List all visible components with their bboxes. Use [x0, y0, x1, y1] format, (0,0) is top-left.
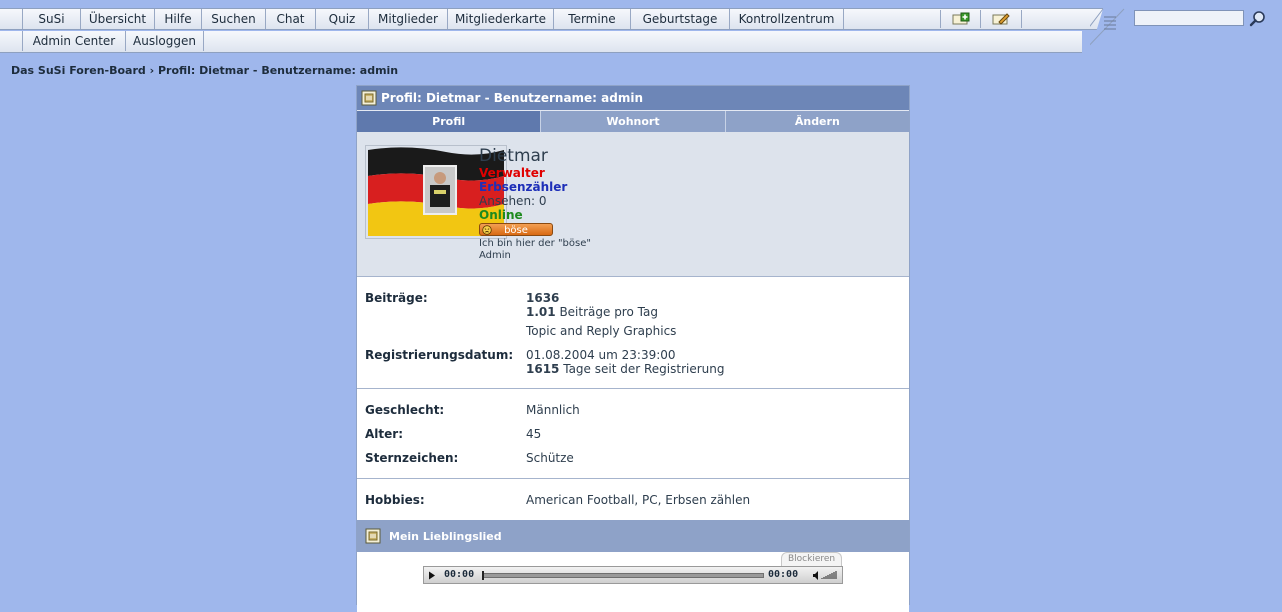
search-icon[interactable]: [1248, 9, 1268, 29]
posts-per-day: 1.01 Beiträge pro Tag: [526, 305, 658, 319]
time-elapsed: 00:00: [444, 569, 475, 580]
favorite-song-header: Mein Lieblingslied: [357, 520, 909, 552]
age-label: Alter:: [365, 427, 403, 441]
seek-handle[interactable]: [482, 571, 484, 580]
time-total: 00:00: [768, 569, 799, 580]
posts-per-day-text: Beiträge pro Tag: [559, 305, 658, 319]
search-input[interactable]: [1134, 10, 1244, 26]
volume-icon[interactable]: [812, 570, 840, 581]
nav-item-ausloggen[interactable]: Ausloggen: [125, 31, 204, 51]
gender-label: Geschlecht:: [365, 403, 445, 417]
mood-badge: böse: [479, 223, 553, 236]
tab-profil[interactable]: Profil: [357, 111, 541, 132]
nav-item-admin-center[interactable]: Admin Center: [22, 31, 125, 51]
favorite-song-area: Blockieren 00:00 00:00: [357, 552, 909, 612]
panel-title: Profil: Dietmar - Benutzername: admin: [381, 91, 644, 105]
nav-item-chat[interactable]: Chat: [265, 9, 315, 29]
edit-icon: [992, 13, 1010, 25]
user-summary: Dietmar Verwalter Erbsenzähler Ansehen: …: [357, 132, 909, 277]
registration-days: 1615 Tage seit der Registrierung: [526, 362, 724, 376]
admin-navigation: Admin Center Ausloggen: [0, 31, 1082, 53]
user-reputation: Ansehen: 0: [479, 194, 547, 208]
registration-days-value: 1615: [526, 362, 560, 376]
online-status: Online: [479, 208, 523, 222]
age-value: 45: [526, 427, 542, 441]
registration-label: Registrierungsdatum:: [365, 348, 514, 362]
stats-section: Beiträge: 1636 1.01 Beiträge pro Tag Top…: [357, 277, 909, 389]
panel-header: Profil: Dietmar - Benutzername: admin: [357, 86, 909, 110]
play-icon[interactable]: [428, 571, 436, 580]
book-icon: [365, 528, 381, 544]
main-navigation: SuSi Übersicht Hilfe Suchen Chat Quiz Mi…: [0, 8, 1103, 30]
posts-label: Beiträge:: [365, 291, 428, 305]
add-icon: [952, 12, 969, 25]
new-topic-button[interactable]: [940, 10, 980, 28]
topic-reply-graphics: Topic and Reply Graphics: [526, 324, 677, 338]
nav-item-quiz[interactable]: Quiz: [315, 9, 368, 29]
signature-line-1: Ich bin hier der "böse": [479, 238, 591, 249]
gender-value: Männlich: [526, 403, 580, 417]
nav-item-suchen[interactable]: Suchen: [201, 9, 265, 29]
nav-item-mitglieder[interactable]: Mitglieder: [368, 9, 447, 29]
nav-item-termine[interactable]: Termine: [553, 9, 630, 29]
tab-wohnort[interactable]: Wohnort: [540, 111, 725, 132]
block-button[interactable]: Blockieren: [781, 552, 843, 566]
nav-item-kontrollzentrum[interactable]: Kontrollzentrum: [729, 9, 844, 29]
hobbies-section: Hobbies: American Football, PC, Erbsen z…: [357, 479, 909, 520]
username: Dietmar: [479, 146, 548, 166]
tab-aendern[interactable]: Ändern: [724, 111, 909, 132]
nav-item-mitgliederkarte[interactable]: Mitgliederkarte: [447, 9, 553, 29]
posts-count: 1636: [526, 291, 560, 305]
hobbies-label: Hobbies:: [365, 493, 425, 507]
registration-date: 01.08.2004 um 23:39:00: [526, 348, 676, 362]
user-rank-secondary: Erbsenzähler: [479, 180, 568, 194]
breadcrumb: Das SuSi Foren-Board › Profil: Dietmar -…: [11, 64, 399, 77]
personal-section: Geschlecht: Männlich Alter: 45 Sternzeic…: [357, 389, 909, 479]
nav-corner-icon: [1090, 8, 1130, 52]
angry-face-icon: [482, 225, 492, 235]
book-icon: [361, 90, 377, 106]
registration-days-text: Tage seit der Registrierung: [563, 362, 725, 376]
favorite-song-title: Mein Lieblingslied: [389, 529, 502, 543]
nav-item-uebersicht[interactable]: Übersicht: [80, 9, 154, 29]
nav-item-geburtstage[interactable]: Geburtstage: [630, 9, 729, 29]
hobbies-value: American Football, PC, Erbsen zählen: [526, 493, 751, 507]
user-rank-primary: Verwalter: [479, 166, 545, 180]
mood-label: böse: [504, 225, 528, 236]
nav-item-susi[interactable]: SuSi: [22, 9, 80, 29]
audio-player: 00:00 00:00: [423, 566, 843, 584]
profile-tabs: Profil Wohnort Ändern: [357, 110, 909, 132]
zodiac-label: Sternzeichen:: [365, 451, 459, 465]
signature-line-2: Admin: [479, 250, 511, 261]
profile-panel: Profil: Dietmar - Benutzername: admin Pr…: [356, 85, 910, 612]
zodiac-value: Schütze: [526, 451, 574, 465]
nav-item-hilfe[interactable]: Hilfe: [154, 9, 201, 29]
seek-bar[interactable]: [482, 571, 764, 580]
edit-button[interactable]: [980, 10, 1022, 28]
posts-per-day-value: 1.01: [526, 305, 556, 319]
